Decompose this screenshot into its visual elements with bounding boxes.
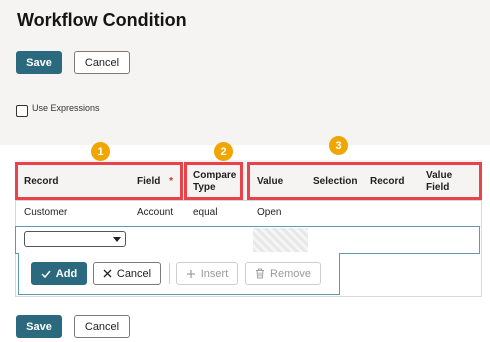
add-button[interactable]: Add: [31, 262, 87, 285]
divider: [169, 263, 170, 284]
add-button-label: Add: [55, 267, 78, 280]
row-cancel-button[interactable]: Cancel: [93, 262, 161, 285]
cell-record: Customer: [24, 207, 68, 218]
annotation-badge-1: 1: [91, 142, 110, 161]
cell-compare-type: equal: [193, 207, 218, 218]
cell-value: Open: [257, 207, 282, 218]
close-icon: [103, 269, 112, 278]
chevron-down-icon: [113, 237, 121, 242]
insert-button-label: Insert: [200, 267, 229, 280]
annotation-box-1: [15, 162, 183, 200]
footer-save-button[interactable]: Save: [16, 315, 62, 338]
check-icon: [41, 270, 51, 278]
insert-button[interactable]: Insert: [176, 262, 238, 285]
footer-cancel-button[interactable]: Cancel: [74, 315, 130, 338]
annotation-badge-3: 3: [329, 136, 348, 155]
remove-button[interactable]: Remove: [245, 262, 321, 285]
disabled-value-cell: [253, 228, 308, 252]
record-select[interactable]: [24, 231, 126, 247]
annotation-box-2: [184, 162, 243, 200]
trash-icon: [256, 268, 265, 279]
annotation-box-3: [247, 162, 482, 200]
use-expressions-label: Use Expressions: [32, 103, 100, 113]
cell-field: Account: [137, 207, 174, 218]
plus-icon: [186, 269, 195, 278]
page-title: Workflow Condition: [17, 10, 187, 30]
remove-button-label: Remove: [270, 267, 311, 280]
save-button[interactable]: Save: [16, 51, 62, 74]
annotation-badge-2: 2: [214, 142, 233, 161]
cancel-button[interactable]: Cancel: [74, 51, 130, 74]
use-expressions-checkbox[interactable]: [16, 105, 28, 117]
row-cancel-label: Cancel: [116, 267, 152, 280]
table-row[interactable]: [15, 200, 482, 227]
